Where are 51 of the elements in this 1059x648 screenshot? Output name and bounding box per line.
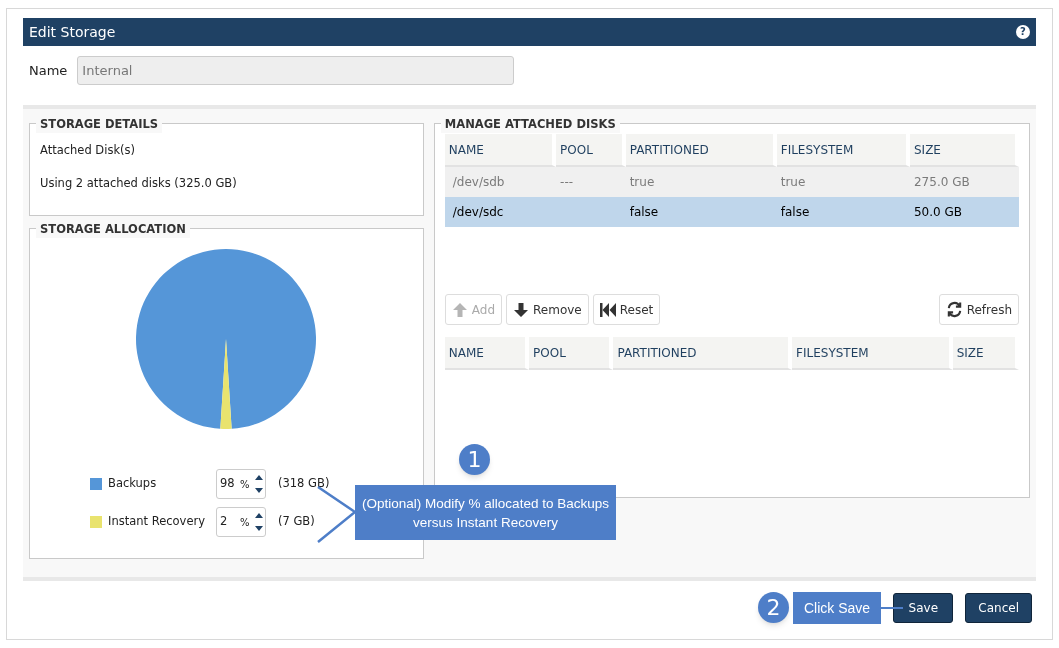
spinner-arrows-icon[interactable] xyxy=(253,511,264,533)
table-cell: false xyxy=(629,205,659,219)
window-title: Edit Storage xyxy=(29,22,116,42)
help-icon[interactable]: ? xyxy=(1016,25,1030,39)
percent-value: 98 xyxy=(220,475,236,493)
percent-unit: % xyxy=(240,515,250,530)
table-cell: 275.0 GB xyxy=(914,175,970,189)
detail-text: Attached Disk(s) xyxy=(40,142,137,159)
save-button[interactable]: Save xyxy=(893,593,954,623)
column-header: NAME xyxy=(444,134,557,167)
refresh-icon xyxy=(945,301,963,318)
legend-label: Instant Recovery xyxy=(108,513,206,531)
refresh-button[interactable]: Refresh xyxy=(938,294,1019,325)
table-cell: --- xyxy=(560,175,574,189)
remove-button[interactable]: Remove xyxy=(506,294,589,325)
callout-text: Click Save xyxy=(793,592,881,624)
percent-value: 2 xyxy=(220,513,229,531)
section-title: STORAGE DETAILS xyxy=(36,116,163,134)
spinner-arrows-icon[interactable] xyxy=(253,473,264,495)
legend-label: Backups xyxy=(108,475,158,493)
column-header: PARTITIONED xyxy=(625,134,777,167)
percent-spinner[interactable]: 98 % xyxy=(216,469,266,499)
table-cell-text: /dev/sdb xyxy=(451,175,505,189)
column-header: POOL xyxy=(529,337,614,370)
rewind-icon xyxy=(599,302,616,317)
column-header: PARTITIONED xyxy=(613,337,793,370)
arrow-down-icon xyxy=(513,301,529,318)
section-title: STORAGE ALLOCATION xyxy=(36,221,190,239)
table-cell: 50.0 GB xyxy=(914,205,963,219)
column-header: FILESYSTEM xyxy=(792,337,953,370)
size-text: (318 GB) xyxy=(278,475,330,493)
name-label: Name xyxy=(29,61,68,80)
column-header: FILESYSTEM xyxy=(776,134,910,167)
section-title: MANAGE ATTACHED DISKS xyxy=(440,116,620,134)
column-header: SIZE xyxy=(910,134,1019,167)
callout-text: (Optional) Modify % allocated to Backups versus Instant Recovery xyxy=(355,485,616,540)
table-cell: true xyxy=(629,175,655,189)
detail-text: Using 2 attached disks (325.0 GB) xyxy=(40,175,238,193)
reset-button[interactable]: Reset xyxy=(592,294,661,325)
cancel-button[interactable]: Cancel xyxy=(965,593,1032,623)
column-header: NAME xyxy=(444,337,530,370)
percent-unit: % xyxy=(240,477,250,492)
size-text: (7 GB) xyxy=(278,513,315,531)
column-header: SIZE xyxy=(952,337,1019,370)
arrow-up-icon xyxy=(451,301,468,318)
table-cell: false xyxy=(780,205,810,219)
percent-spinner[interactable]: 2 % xyxy=(216,507,266,537)
column-header: POOL xyxy=(556,134,626,167)
table-row[interactable]: /dev/sdc false false 50.0 GB xyxy=(444,197,1019,227)
table-cell: true xyxy=(780,175,806,189)
table-cell-text: /dev/sdc xyxy=(451,205,504,219)
